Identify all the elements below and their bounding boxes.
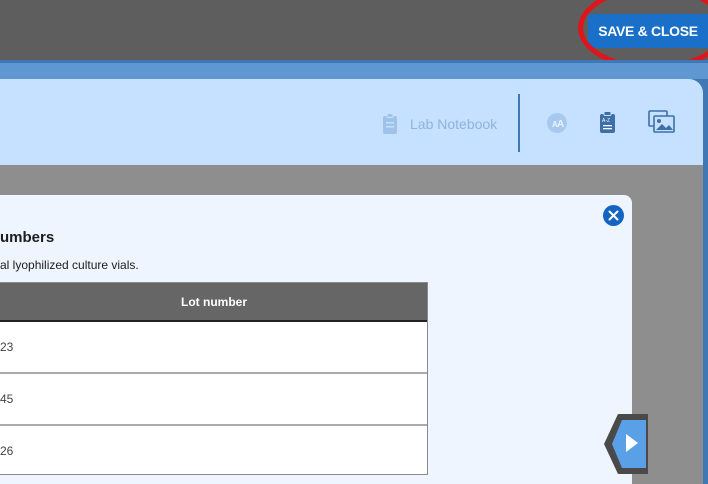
table-row: 45	[0, 374, 427, 426]
close-modal-button[interactable]	[603, 205, 624, 226]
clipboard-icon	[383, 113, 397, 134]
lot-number-cell: 45	[0, 392, 14, 406]
content-frame-edge	[0, 63, 708, 79]
lab-notebook-label: Lab Notebook	[410, 116, 498, 132]
next-button[interactable]	[604, 414, 648, 474]
save-close-button[interactable]: SAVE & CLOSE	[588, 14, 708, 48]
gallery-icon[interactable]	[648, 110, 676, 134]
lab-notebook-button[interactable]: Lab Notebook	[382, 111, 497, 137]
lot-number-cell: 26	[0, 444, 14, 458]
table-row: 26	[0, 426, 427, 476]
modal-title: umbers	[0, 229, 55, 246]
lot-number-table: Lot number 23 45 26	[0, 282, 428, 475]
lot-number-cell: 23	[0, 340, 14, 354]
header-divider	[518, 94, 520, 152]
header-panel	[0, 79, 703, 165]
text-size-icon[interactable]: A A	[546, 112, 568, 134]
table-row: 23	[0, 322, 427, 374]
column-header-lot-number: Lot number	[181, 294, 247, 309]
az-clipboard-icon[interactable]: A-Z	[599, 111, 616, 134]
table-header: Lot number	[0, 283, 427, 322]
svg-text:A: A	[557, 119, 564, 130]
close-icon	[608, 210, 619, 221]
modal-description: al lyophilized culture vials.	[0, 258, 139, 272]
svg-text:A-Z: A-Z	[602, 118, 610, 124]
